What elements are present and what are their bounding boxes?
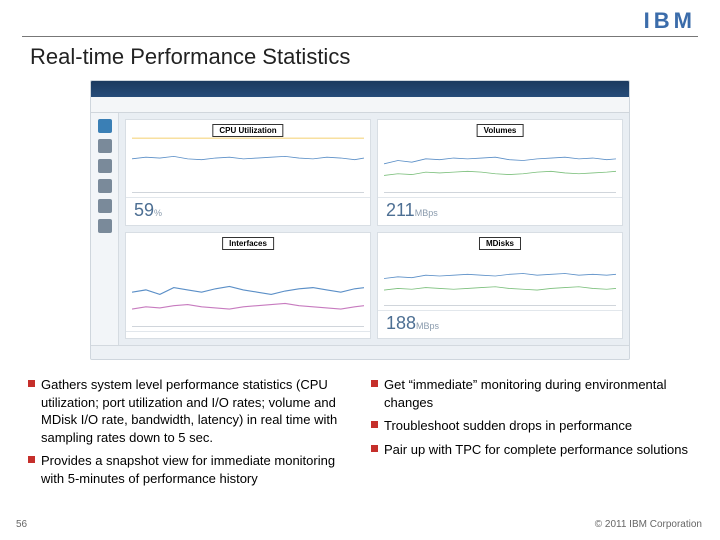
panel-label-volumes: Volumes [477, 124, 524, 137]
chart-grid: CPU Utilization 59% Volumes [119, 113, 629, 345]
bullet-text: Pair up with TPC for complete performanc… [384, 441, 688, 459]
window-toolbar [91, 97, 629, 113]
dashboard-window: CPU Utilization 59% Volumes [90, 80, 630, 360]
bullet-columns: Gathers system level performance statist… [28, 376, 696, 493]
window-titlebar [91, 81, 629, 97]
bullet-item: Get “immediate” monitoring during enviro… [371, 376, 696, 411]
bullet-icon [371, 445, 378, 452]
sidebar-icon[interactable] [98, 219, 112, 233]
chart-cpu [132, 134, 364, 193]
header-divider [22, 36, 698, 37]
panel-label-cpu: CPU Utilization [212, 124, 283, 137]
metric-cpu: 59% [126, 197, 370, 225]
chart-interfaces [132, 247, 364, 327]
copyright: © 2011 IBM Corporation [595, 519, 702, 530]
panel-volumes: Volumes 211MBps [377, 119, 623, 226]
bullet-item: Provides a snapshot view for immediate m… [28, 452, 353, 487]
metric-volumes-value: 211 [386, 200, 415, 220]
bullet-text: Get “immediate” monitoring during enviro… [384, 376, 696, 411]
bullet-text: Troubleshoot sudden drops in performance [384, 417, 632, 435]
page-title: Real-time Performance Statistics [30, 44, 350, 70]
bullet-col-left: Gathers system level performance statist… [28, 376, 353, 493]
bullet-text: Gathers system level performance statist… [41, 376, 353, 446]
sidebar-icon[interactable] [98, 119, 112, 133]
sidebar [91, 113, 119, 345]
metric-cpu-unit: % [154, 208, 162, 218]
metric-mdisks: 188MBps [378, 310, 622, 338]
metric-mdisks-value: 188 [386, 313, 416, 333]
metric-interfaces [126, 331, 370, 338]
panel-label-mdisks: MDisks [479, 237, 521, 250]
chart-volumes [384, 134, 616, 193]
metric-mdisks-unit: MBps [416, 321, 439, 331]
window-statusbar [91, 345, 629, 359]
panel-mdisks: MDisks 188MBps [377, 232, 623, 339]
bullet-icon [371, 380, 378, 387]
bullet-icon [371, 421, 378, 428]
bullet-icon [28, 456, 35, 463]
bullet-item: Pair up with TPC for complete performanc… [371, 441, 696, 459]
panel-label-interfaces: Interfaces [222, 237, 274, 250]
metric-cpu-value: 59 [134, 200, 154, 220]
ibm-logo: IBM [644, 8, 696, 34]
panel-interfaces: Interfaces [125, 232, 371, 339]
sidebar-icon[interactable] [98, 179, 112, 193]
sidebar-icon[interactable] [98, 159, 112, 173]
metric-volumes: 211MBps [378, 197, 622, 225]
bullet-item: Gathers system level performance statist… [28, 376, 353, 446]
bullet-text: Provides a snapshot view for immediate m… [41, 452, 353, 487]
bullet-item: Troubleshoot sudden drops in performance [371, 417, 696, 435]
sidebar-icon[interactable] [98, 139, 112, 153]
panel-cpu: CPU Utilization 59% [125, 119, 371, 226]
bullet-col-right: Get “immediate” monitoring during enviro… [371, 376, 696, 493]
page-number: 56 [16, 519, 27, 530]
chart-mdisks [384, 247, 616, 306]
sidebar-icon[interactable] [98, 199, 112, 213]
bullet-icon [28, 380, 35, 387]
metric-volumes-unit: MBps [415, 208, 438, 218]
